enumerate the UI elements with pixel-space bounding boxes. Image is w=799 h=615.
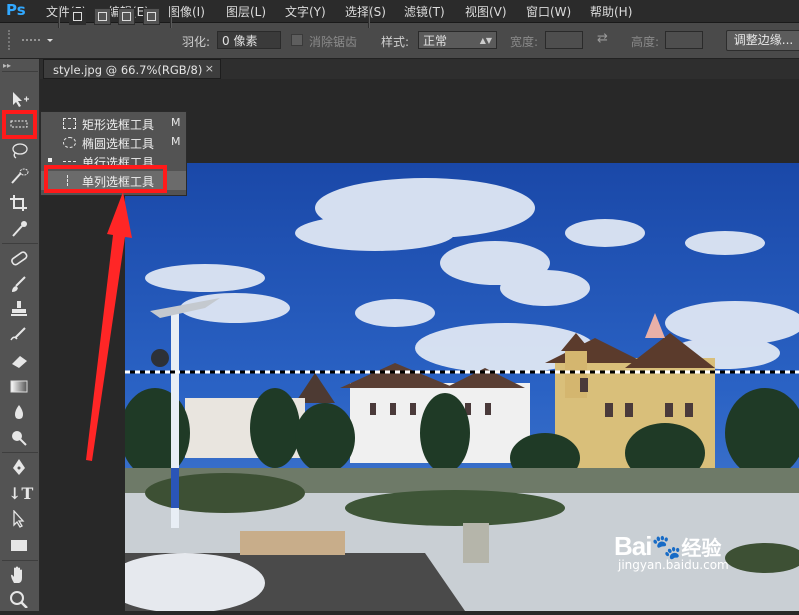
menu-select[interactable]: 选择(S) [345,3,386,20]
path-selection-tool-icon[interactable] [8,509,30,530]
menu-item-label: 椭圆选框工具 [82,137,155,151]
ellipse-marquee-menu-item[interactable]: 椭圆选框工具 M [41,133,186,152]
height-input[interactable] [665,31,703,49]
single-column-highlight-box [44,165,167,193]
menu-view[interactable]: 视图(V) [465,3,507,20]
document-tab[interactable]: style.jpg @ 66.7%(RGB/8) × [43,59,221,79]
height-label: 高度: [631,35,660,49]
menu-filter[interactable]: 滤镜(T) [404,3,445,20]
shortcut-label: M [171,135,181,148]
current-tool-indicator [48,158,52,162]
quick-selection-tool-icon[interactable] [8,167,30,187]
intersect-selection-icon [147,12,156,21]
watermark-brand-suffix: 经验 [681,536,722,560]
intersect-selection-button[interactable] [143,8,160,25]
blur-tool-icon[interactable] [8,403,30,423]
menu-image[interactable]: 图像(I) [168,3,205,20]
subtract-selection-icon [122,12,131,21]
zoom-tool-icon[interactable] [8,590,30,610]
add-to-selection-button[interactable] [94,8,111,25]
width-input[interactable] [545,31,583,49]
hand-tool-icon[interactable] [8,566,30,586]
antialias-checkbox[interactable] [291,34,303,46]
brush-tool-icon[interactable] [8,275,30,295]
crop-tool-icon[interactable] [8,194,30,214]
watermark-url: jingyan.baidu.com [618,558,729,572]
style-select[interactable]: 正常 ▲▼ [418,31,497,49]
rect-marquee-icon [63,118,76,129]
rect-marquee-menu-item[interactable]: 矩形选框工具 M [41,114,186,133]
toolbar-divider [2,452,38,453]
menu-item-label: 矩形选框工具 [82,118,155,132]
close-icon[interactable]: × [205,62,214,75]
ellipse-marquee-icon [63,137,76,148]
toolbar-divider [2,243,38,244]
healing-brush-tool-icon[interactable] [8,249,30,269]
move-tool-icon[interactable] [8,90,30,110]
feather-input[interactable]: 0 像素 [217,31,281,49]
lasso-tool-icon[interactable] [8,142,30,162]
dodge-tool-icon[interactable] [8,429,30,449]
watermark-brand: Bai [614,531,652,561]
eraser-tool-icon[interactable] [8,352,30,372]
document-tab-title: style.jpg @ 66.7%(RGB/8) [53,63,203,77]
menu-layer[interactable]: 图层(L) [226,3,266,20]
chevron-updown-icon: ▲▼ [479,36,492,45]
single-row-marquee-tool-icon[interactable] [8,115,30,135]
menu-type[interactable]: 文字(Y) [285,3,326,20]
annotation-arrow [86,192,132,461]
new-selection-button[interactable] [69,8,86,25]
tool-preset-picker[interactable] [20,33,53,45]
width-label: 宽度: [510,35,539,49]
single-row-marquee-icon [63,161,76,162]
style-select-value: 正常 [423,34,448,48]
feather-label: 羽化: [182,35,211,49]
toolbar-divider [2,71,38,72]
separator [170,6,172,28]
shortcut-label: M [171,116,181,129]
separator [368,6,370,28]
gradient-tool-icon[interactable] [8,377,30,397]
style-label: 样式: [381,35,410,49]
menu-window[interactable]: 窗口(W) [526,3,571,20]
swap-dimensions-icon[interactable]: ⇄ [597,31,608,46]
antialias-label: 消除锯齿 [309,35,358,49]
refine-edge-button[interactable]: 调整边缘... [726,30,799,51]
menu-help[interactable]: 帮助(H) [590,3,632,20]
single-row-marquee-icon [22,39,53,42]
options-grip[interactable] [8,30,12,50]
paw-icon: 🐾 [651,533,682,561]
new-selection-icon [73,12,82,21]
separator [58,6,60,28]
photoshop-logo: Ps [6,1,26,19]
eyedropper-tool-icon[interactable] [8,220,30,240]
type-tool-icon[interactable]: ↓T [8,484,33,504]
watermark: Bai🐾经验 jingyan.baidu.com [614,531,729,572]
toolbar-divider [2,560,38,561]
rectangle-tool-icon[interactable] [8,536,30,556]
pen-tool-icon[interactable] [8,458,30,478]
collapse-panel-icon[interactable]: ▸▸ [3,61,11,70]
subtract-selection-button[interactable] [118,8,135,25]
history-brush-tool-icon[interactable] [8,326,30,346]
clone-stamp-tool-icon[interactable] [8,300,30,320]
add-selection-icon [98,12,107,21]
